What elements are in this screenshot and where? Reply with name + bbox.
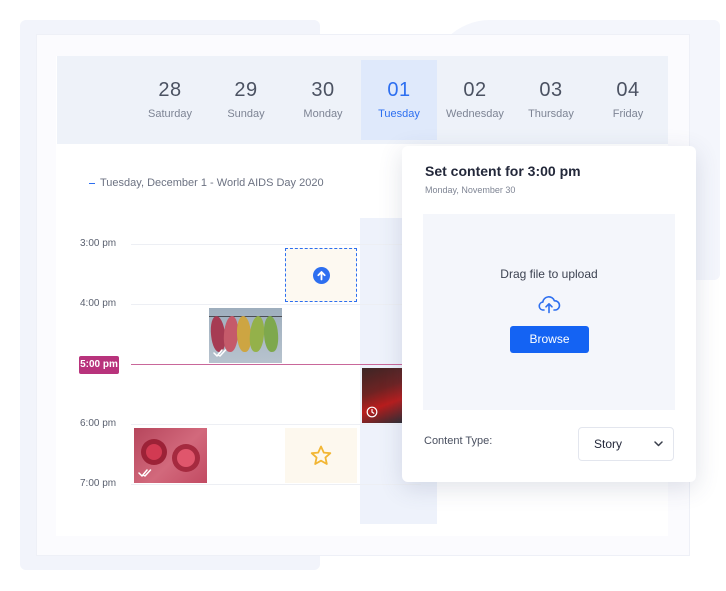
day-name: Friday: [612, 108, 644, 120]
scheduled-post-pomegranate[interactable]: [134, 428, 207, 483]
time-label: 4:00 pm: [80, 298, 117, 309]
day-name: Saturday: [147, 108, 193, 120]
hour-gridline: [131, 304, 421, 305]
day-name: Thursday: [528, 108, 574, 120]
leaf-shape: [248, 315, 266, 353]
content-type-value: Story: [594, 437, 623, 451]
browse-button[interactable]: Browse: [510, 326, 589, 353]
time-label: 6:00 pm: [80, 418, 117, 429]
hour-gridline: [131, 244, 421, 245]
time-label: 7:00 pm: [80, 478, 117, 489]
day-number: 28: [158, 79, 182, 101]
current-time-line: [131, 364, 421, 365]
day-number: 04: [616, 79, 640, 101]
day-number: 03: [539, 79, 563, 101]
day-name: Monday: [303, 108, 343, 120]
upload-arrow-icon[interactable]: [313, 267, 330, 284]
day-name: Tuesday: [378, 108, 420, 120]
day-number: 01: [387, 79, 411, 101]
day-column-thursday[interactable]: 03 Thursday: [513, 60, 589, 140]
day-name: Sunday: [227, 108, 265, 120]
day-column-sunday[interactable]: 29 Sunday: [208, 60, 284, 140]
day-column-friday[interactable]: 04 Friday: [590, 60, 666, 140]
content-type-label: Content Type:: [424, 435, 493, 447]
current-time-badge: 5:00 pm: [79, 356, 119, 374]
day-name: Wednesday: [446, 108, 504, 120]
day-column-saturday[interactable]: 28 Saturday: [132, 60, 208, 140]
holiday-event-text: Tuesday, December 1 - World AIDS Day 202…: [100, 177, 324, 189]
double-check-icon: [138, 469, 152, 477]
day-column-monday[interactable]: 30 Monday: [285, 60, 361, 140]
file-dropzone[interactable]: Drag file to upload Browse: [423, 214, 675, 410]
drop-instructions: Drag file to upload: [500, 267, 598, 281]
cloud-upload-icon: [538, 296, 561, 314]
day-column-tuesday[interactable]: 01 Tuesday: [361, 60, 437, 140]
day-number: 30: [311, 79, 335, 101]
double-check-icon: [213, 349, 227, 357]
hour-gridline: [131, 424, 421, 425]
day-number: 29: [234, 79, 258, 101]
week-day-header: 28 Saturday 29 Sunday 30 Monday 01 Tuesd…: [57, 56, 668, 144]
panel-title: Set content for 3:00 pm: [425, 163, 581, 179]
event-dash: [89, 182, 95, 184]
leaf-shape: [262, 315, 280, 353]
star-icon[interactable]: [310, 445, 332, 466]
set-content-panel: Set content for 3:00 pm Monday, November…: [402, 146, 696, 482]
day-number: 02: [463, 79, 487, 101]
panel-subtitle: Monday, November 30: [425, 185, 516, 195]
content-type-select[interactable]: Story: [578, 427, 674, 461]
hour-gridline: [131, 484, 421, 485]
selected-upload-slot[interactable]: [285, 248, 357, 302]
featured-slot[interactable]: [285, 428, 357, 483]
scheduled-post-leaves[interactable]: [209, 308, 282, 363]
chevron-down-icon: [654, 441, 663, 447]
day-column-wednesday[interactable]: 02 Wednesday: [437, 60, 513, 140]
holiday-event-label: Tuesday, December 1 - World AIDS Day 202…: [89, 177, 324, 189]
clock-icon: [366, 406, 378, 418]
time-label: 3:00 pm: [80, 238, 117, 249]
scheduled-post-red-object[interactable]: [362, 368, 402, 423]
